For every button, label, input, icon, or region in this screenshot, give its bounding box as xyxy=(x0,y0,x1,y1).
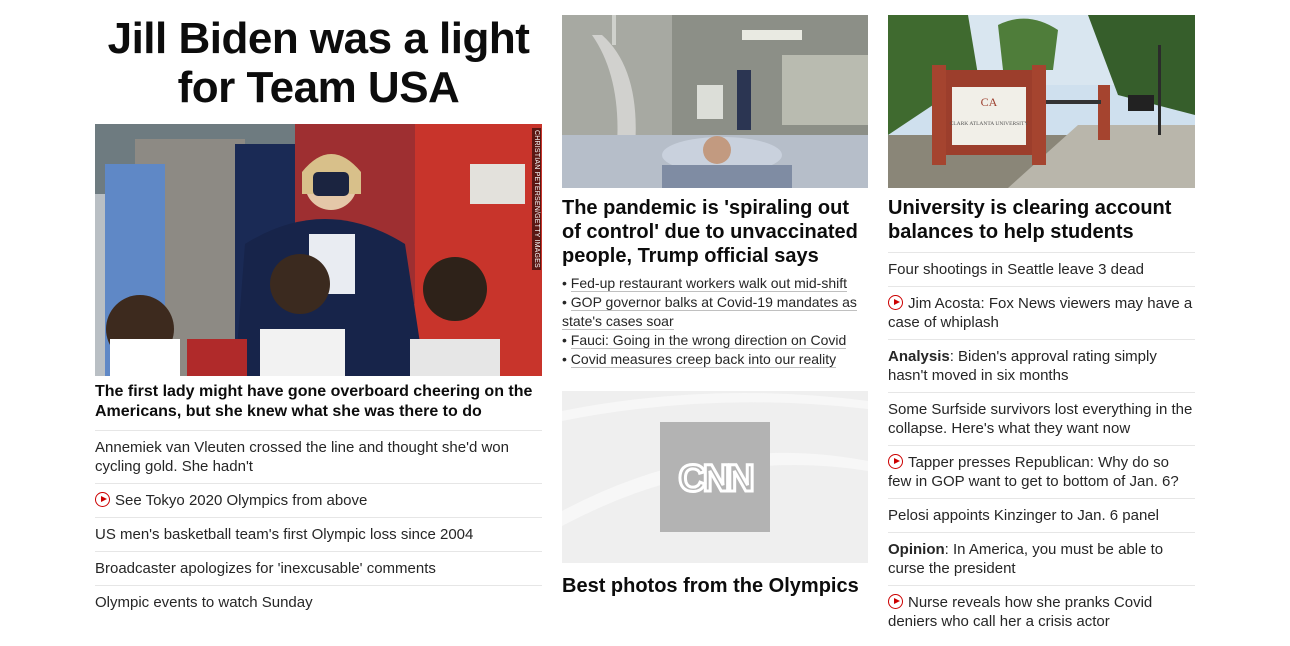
bullet-dot: • xyxy=(562,332,571,348)
bullet-text: Covid measures creep back into our reali… xyxy=(570,351,837,368)
jill-biden-photo[interactable]: CHRISTIAN PETERSEN/GETTY IMAGES xyxy=(95,124,542,376)
list-item[interactable]: Pelosi appoints Kinzinger to Jan. 6 pane… xyxy=(888,499,1195,533)
photo-illustration: CA CLARK ATLANTA UNIVERSITY xyxy=(888,15,1195,188)
list-item-text: Jim Acosta: Fox News viewers may have a … xyxy=(888,295,1193,331)
list-item[interactable]: Broadcaster apologizes for 'inexcusable'… xyxy=(95,552,542,586)
list-item-text: Pelosi appoints Kinzinger to Jan. 6 pane… xyxy=(888,507,1160,524)
cnn-logo-icon: CNN xyxy=(660,422,770,532)
list-item-label: Opinion xyxy=(888,541,945,558)
sign-mark: CA xyxy=(981,95,998,109)
play-circle-icon xyxy=(95,492,110,507)
list-item[interactable]: Opinion: In America, you must be able to… xyxy=(888,533,1195,586)
play-circle-icon xyxy=(888,594,903,609)
play-circle-icon xyxy=(888,295,903,310)
headlines-list: Four shootings in Seattle leave 3 dead Ji… xyxy=(888,253,1195,638)
sign-text: CLARK ATLANTA UNIVERSITY xyxy=(950,121,1029,127)
bullet-text: Fauci: Going in the wrong direction on C… xyxy=(570,332,847,349)
cnn-wordmark: CNN xyxy=(677,457,757,500)
olympics-photos-headline[interactable]: Best photos from the Olympics xyxy=(562,574,868,598)
list-item[interactable]: US men's basketball team's first Olympic… xyxy=(95,518,542,552)
list-item[interactable]: Nurse reveals how she pranks Covid denie… xyxy=(888,586,1195,638)
bullet-link[interactable]: • Covid measures creep back into our rea… xyxy=(562,350,868,369)
list-item-text: Annemiek van Vleuten crossed the line an… xyxy=(95,439,509,475)
bullet-link[interactable]: • GOP governor balks at Covid-19 mandate… xyxy=(562,293,868,331)
list-item[interactable]: Four shootings in Seattle leave 3 dead xyxy=(888,253,1195,287)
bullet-link[interactable]: • Fed-up restaurant workers walk out mid… xyxy=(562,274,868,293)
university-sign-photo[interactable]: CA CLARK ATLANTA UNIVERSITY xyxy=(888,15,1195,188)
list-item[interactable]: Analysis: Biden's approval rating simply… xyxy=(888,340,1195,393)
list-item[interactable]: Olympic events to watch Sunday xyxy=(95,586,542,619)
list-item[interactable]: Annemiek van Vleuten crossed the line an… xyxy=(95,431,542,484)
bullet-dot: • xyxy=(562,351,571,367)
pandemic-headline[interactable]: The pandemic is 'spiraling out of contro… xyxy=(562,196,868,268)
pandemic-story-column: The pandemic is 'spiraling out of contro… xyxy=(562,0,868,598)
photo-illustration xyxy=(95,124,542,376)
list-item-label: Analysis xyxy=(888,348,950,365)
photo-credit: CHRISTIAN PETERSEN/GETTY IMAGES xyxy=(532,128,541,270)
list-item-text: Broadcaster apologizes for 'inexcusable'… xyxy=(95,560,436,577)
pandemic-bullet-list: • Fed-up restaurant workers walk out mid… xyxy=(562,274,868,369)
related-links-list: Annemiek van Vleuten crossed the line an… xyxy=(95,431,542,619)
list-item[interactable]: See Tokyo 2020 Olympics from above xyxy=(95,484,542,518)
photo-illustration xyxy=(562,15,868,188)
lead-headline[interactable]: Jill Biden was a light for Team USA xyxy=(95,14,542,124)
lead-story-column: Jill Biden was a light for Team USA CHRI… xyxy=(95,0,542,619)
list-item[interactable]: Some Surfside survivors lost everything … xyxy=(888,393,1195,446)
list-item-text: Olympic events to watch Sunday xyxy=(95,594,313,611)
bullet-text: GOP governor balks at Covid-19 mandates … xyxy=(562,294,857,330)
list-item-text: See Tokyo 2020 Olympics from above xyxy=(115,492,368,509)
hospital-photo[interactable] xyxy=(562,15,868,188)
bullet-link[interactable]: • Fauci: Going in the wrong direction on… xyxy=(562,331,868,350)
bullet-dot: • xyxy=(562,275,571,291)
lead-subheadline[interactable]: The first lady might have gone overboard… xyxy=(95,382,542,431)
list-item-text: Tapper presses Republican: Why do so few… xyxy=(888,454,1179,490)
list-item[interactable]: Jim Acosta: Fox News viewers may have a … xyxy=(888,287,1195,340)
play-circle-icon xyxy=(888,454,903,469)
university-story-column: CA CLARK ATLANTA UNIVERSITY University i… xyxy=(888,0,1195,638)
list-item-text: Nurse reveals how she pranks Covid denie… xyxy=(888,594,1153,630)
olympics-photo-placeholder[interactable]: CNN xyxy=(562,391,868,563)
list-item[interactable]: Tapper presses Republican: Why do so few… xyxy=(888,446,1195,499)
university-headline[interactable]: University is clearing account balances … xyxy=(888,196,1195,253)
list-item-text: US men's basketball team's first Olympic… xyxy=(95,526,474,543)
bullet-dot: • xyxy=(562,294,571,310)
bullet-text: Fed-up restaurant workers walk out mid-s… xyxy=(570,275,848,292)
list-item-text: Four shootings in Seattle leave 3 dead xyxy=(888,261,1145,278)
cnn-logo-text: CNN xyxy=(678,458,752,499)
list-item-text: Some Surfside survivors lost everything … xyxy=(888,401,1193,437)
